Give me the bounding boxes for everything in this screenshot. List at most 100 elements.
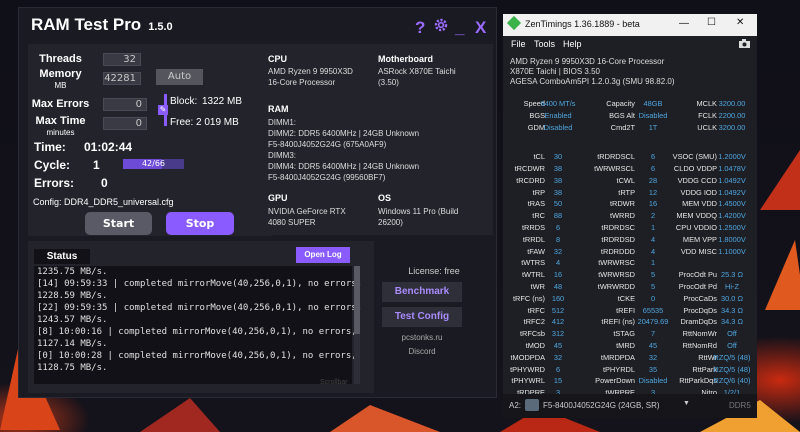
wallpaper-shard [765, 240, 800, 310]
system-line: AMD Ryzen 9 9950X3D 16-Core Processor [510, 57, 665, 66]
timing-value: RZQ/5 (48) [713, 352, 751, 362]
ram-line: F5-8400J4052G24G (675A0AF9) [268, 140, 387, 149]
start-button[interactable]: Start [85, 212, 152, 235]
zentimings-window: ZenTimings 1.36.1889 - beta — ☐ ✕ File T… [503, 14, 757, 418]
timing-value: 2 [650, 211, 656, 221]
timing-value: 30.0 Ω [721, 293, 743, 303]
cpu-line: AMD Ryzen 9 9950X3D [268, 67, 353, 76]
discord-link[interactable]: Discord [375, 347, 469, 356]
wallpaper-shard [330, 405, 440, 432]
log-line: [8] 10:00:16 | completed mirrorMove(40,2… [37, 327, 357, 337]
timing-value: Disabled [543, 123, 573, 132]
errors-value: 0 [101, 176, 108, 190]
timing-value: 8 [555, 234, 561, 244]
timing-value: 1.8000V [718, 234, 746, 244]
timing-value: 1.2000V [718, 152, 746, 162]
timing-value: 45 [553, 341, 563, 350]
timing-value: 16 [553, 270, 563, 280]
help-icon[interactable]: ? [415, 18, 425, 38]
timing-value: RZQ/5 (48) [713, 364, 751, 374]
minimize-icon[interactable]: — [679, 18, 689, 29]
timing-value: 50 [553, 199, 563, 209]
site-link[interactable]: pcstonks.ru [375, 333, 469, 342]
timing-value: 38 [553, 187, 563, 197]
timing-value: 412 [551, 317, 565, 327]
ram-line: DIMM4: DDR5 6400MHz | 24GB Unknown [268, 162, 420, 171]
close-icon[interactable]: ✕ [736, 17, 744, 28]
timing-value: 1 [650, 258, 656, 268]
wallpaper-shard [760, 150, 800, 210]
time-value: 01:02:44 [84, 140, 133, 154]
max-errors-input[interactable]: 0 [103, 98, 147, 111]
timing-row: tWTRS 4 tWRWRSC 1 [503, 257, 757, 269]
close-icon[interactable]: X [475, 18, 486, 38]
timing-value: 4 [650, 246, 656, 256]
threads-input[interactable]: 32 [103, 53, 141, 66]
timing-value: 4 [650, 234, 656, 244]
timing-value: 34.3 Ω [721, 317, 743, 327]
timing-row: tRRDL 8 tRDRDSD 4 MEM VPP 1.8000V [503, 234, 757, 246]
menu-help[interactable]: Help [563, 39, 582, 49]
timing-value: Disabled [638, 376, 668, 386]
timing-value: Enabled [544, 111, 572, 120]
log-line: [0] 10:00:28 | completed mirrorMove(40,2… [37, 351, 357, 361]
system-summary: AMD Ryzen 9 9950X3D 16-Core Processor X8… [510, 57, 675, 87]
timing-row: tPHYWRD 6 tPHYRDL 35 RttPark RZQ/5 (48) [503, 364, 757, 376]
log-scrollbar[interactable] [354, 266, 360, 384]
timing-value: 16 [648, 199, 658, 209]
log-line: 1243.57 MB/s. [37, 315, 108, 325]
cpu-heading: CPU [268, 54, 288, 64]
memory-unit: MB [54, 81, 67, 90]
timing-row: tPHYWRL 15 PowerDown Disabled RttParkDqs RZQ/… [503, 375, 757, 387]
test-config-button[interactable]: Test Config [382, 307, 462, 327]
timing-value: 30 [553, 152, 563, 162]
timing-value: 34.3 Ω [721, 305, 743, 315]
timing-value: 7 [650, 329, 656, 339]
errors-label: Errors: [34, 176, 75, 190]
timing-value: 1.2500V [718, 223, 746, 232]
max-time-input[interactable]: 0 [103, 117, 147, 130]
timing-value: 3200.00 [718, 99, 746, 108]
timing-value: 88 [553, 211, 563, 221]
edit-icon[interactable]: ✎ [158, 105, 168, 115]
max-time-unit: minutes [46, 128, 75, 137]
ram-line: DIMM3: [268, 151, 296, 160]
timing-value: 48GB [643, 99, 663, 108]
timing-value: 1T [648, 123, 658, 132]
ram-value: DIMM1: DIMM2: DDR5 6400MHz | 24GB Unknow… [268, 117, 419, 183]
minimize-icon[interactable]: _ [455, 18, 464, 38]
gpu-line: 4080 SUPER [268, 218, 316, 227]
chevron-down-icon[interactable]: ▼ [683, 400, 690, 407]
open-log-button[interactable]: Open Log [296, 247, 350, 263]
benchmark-button[interactable]: Benchmark [382, 282, 462, 302]
log-scrollbar-thumb[interactable] [354, 266, 360, 334]
gear-icon[interactable] [433, 17, 449, 38]
timing-value: 1.0492V [718, 187, 746, 197]
menu-tools[interactable]: Tools [534, 39, 555, 49]
stop-button[interactable]: Stop [166, 212, 234, 235]
side-actions: License: free Benchmark Test Config pcst… [375, 241, 493, 393]
timing-value: 38 [553, 164, 563, 173]
timing-value: 6 [650, 152, 656, 162]
timing-value: 0 [650, 293, 656, 303]
timing-value: 512 [551, 305, 565, 315]
camera-icon[interactable] [739, 39, 750, 50]
timing-value: 6 [555, 223, 561, 232]
log-line: [22] 09:59:35 | completed mirrorMove(40,… [37, 303, 363, 313]
ram-line: DIMM1: [268, 118, 296, 127]
timing-value: 312 [551, 329, 565, 339]
os-value: Windows 11 Pro (Build 26200) [378, 206, 458, 228]
module-name[interactable]: F5-8400J4052G24G (24GB, SR) [543, 401, 660, 410]
memory-input[interactable]: 42281 [103, 72, 141, 85]
block-label: Block: [170, 96, 198, 107]
timing-row: tMOD 45 tMRD 45 RttNomRd Off [503, 340, 757, 352]
timing-value: Disabled [638, 111, 668, 120]
log-line: 1128.75 MB/s. [37, 363, 108, 373]
cpu-line: 16-Core Processor [268, 78, 336, 87]
menu-file[interactable]: File [511, 39, 526, 49]
auto-button[interactable]: Auto [156, 69, 203, 85]
ramtest-window: RAM Test Pro 1.5.0 ? _ X Threads 32 Memor… [19, 8, 496, 397]
maximize-icon[interactable]: ☐ [707, 17, 716, 28]
timing-value: 32 [553, 246, 563, 256]
free-value: 2 019 MB [196, 117, 239, 128]
